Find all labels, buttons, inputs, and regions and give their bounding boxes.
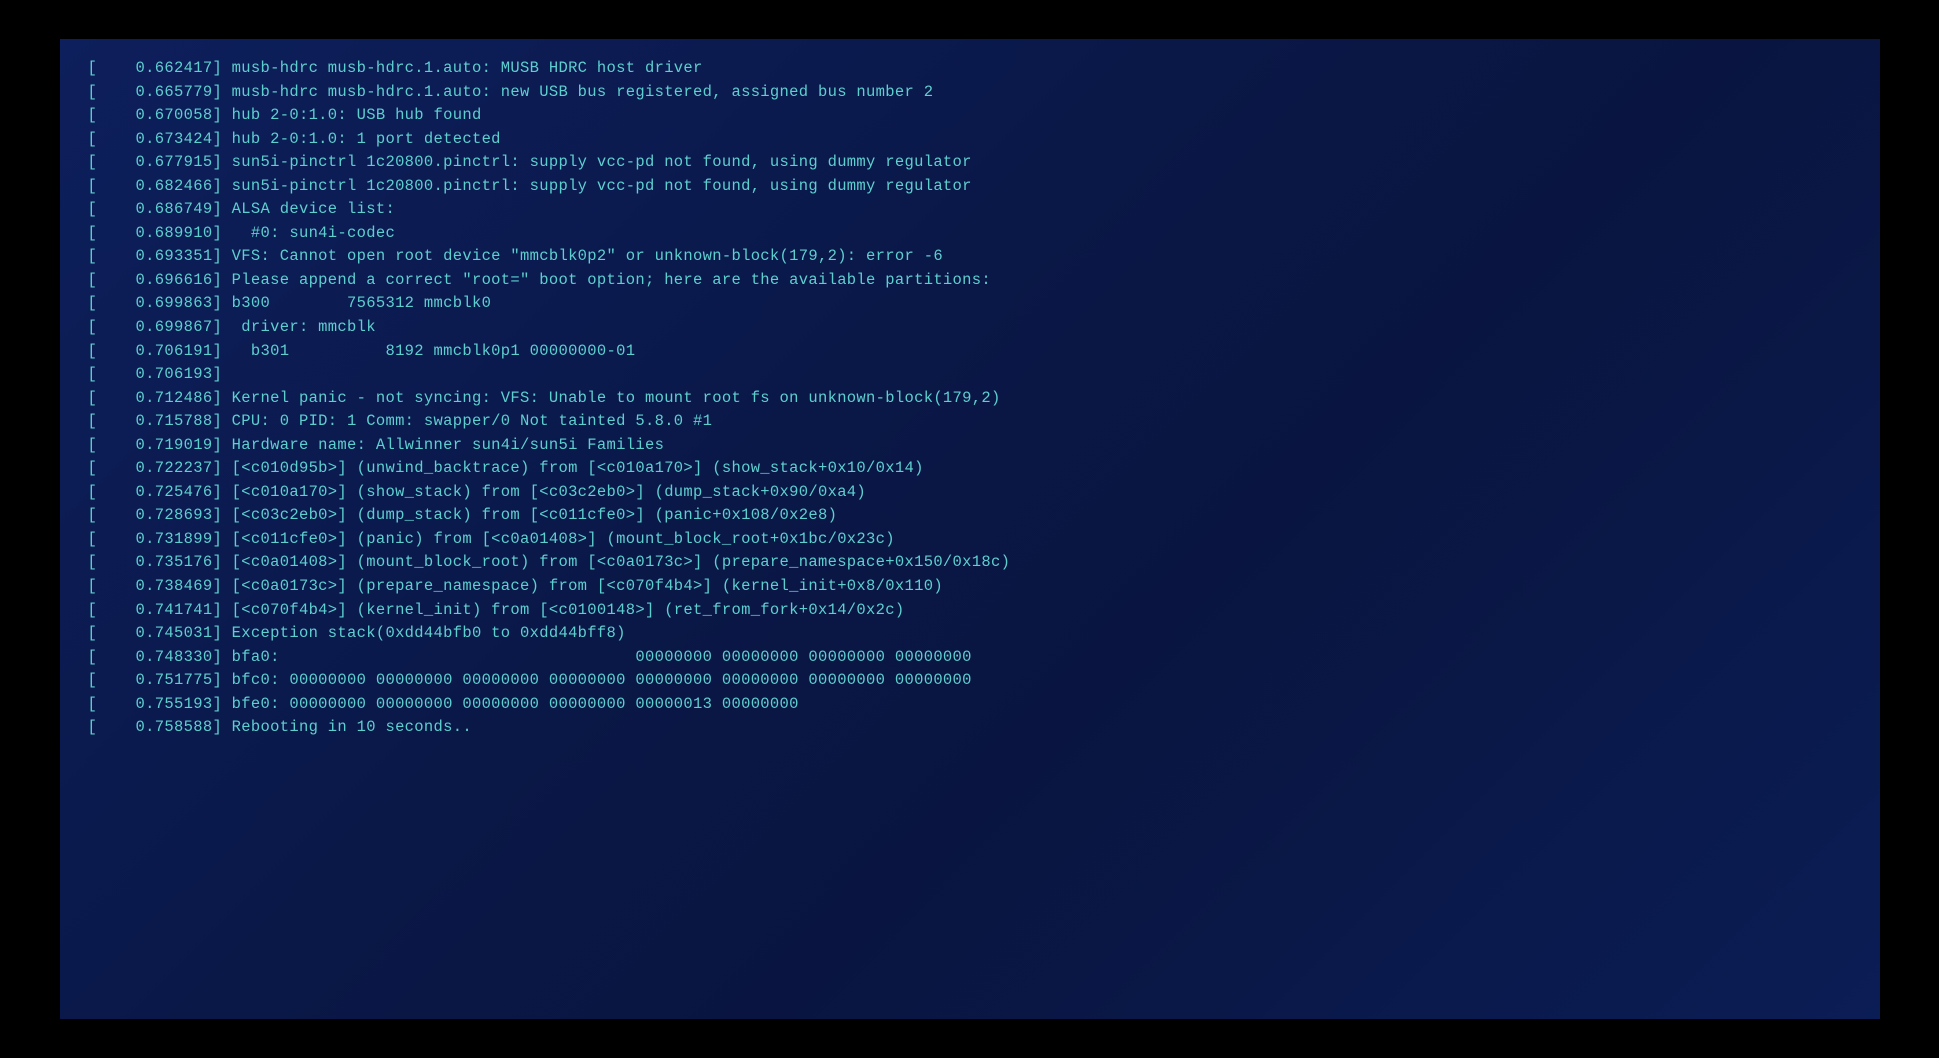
log-line: [ 0.662417] musb-hdrc musb-hdrc.1.auto: … [88, 57, 1852, 81]
log-line: [ 0.719019] Hardware name: Allwinner sun… [88, 434, 1852, 458]
log-line: [ 0.682466] sun5i-pinctrl 1c20800.pinctr… [88, 175, 1852, 199]
log-line: [ 0.755193] bfe0: 00000000 00000000 0000… [88, 693, 1852, 717]
log-line: [ 0.670058] hub 2-0:1.0: USB hub found [88, 104, 1852, 128]
log-line: [ 0.665779] musb-hdrc musb-hdrc.1.auto: … [88, 81, 1852, 105]
log-line: [ 0.735176] [<c0a01408>] (mount_block_ro… [88, 551, 1852, 575]
log-line: [ 0.689910] #0: sun4i-codec [88, 222, 1852, 246]
log-line: [ 0.686749] ALSA device list: [88, 198, 1852, 222]
terminal-screen: [ 0.662417] musb-hdrc musb-hdrc.1.auto: … [60, 39, 1880, 1019]
log-line: [ 0.731899] [<c011cfe0>] (panic) from [<… [88, 528, 1852, 552]
log-line: [ 0.677915] sun5i-pinctrl 1c20800.pinctr… [88, 151, 1852, 175]
log-line: [ 0.728693] [<c03c2eb0>] (dump_stack) fr… [88, 504, 1852, 528]
log-line: [ 0.699867] driver: mmcblk [88, 316, 1852, 340]
log-line: [ 0.741741] [<c070f4b4>] (kernel_init) f… [88, 599, 1852, 623]
log-line: [ 0.751775] bfc0: 00000000 00000000 0000… [88, 669, 1852, 693]
log-line: [ 0.693351] VFS: Cannot open root device… [88, 245, 1852, 269]
log-line: [ 0.706191] b301 8192 mmcblk0p1 00000000… [88, 340, 1852, 364]
log-line: [ 0.696616] Please append a correct "roo… [88, 269, 1852, 293]
log-line: [ 0.758588] Rebooting in 10 seconds.. [88, 716, 1852, 740]
log-line: [ 0.738469] [<c0a0173c>] (prepare_namesp… [88, 575, 1852, 599]
log-line: [ 0.745031] Exception stack(0xdd44bfb0 t… [88, 622, 1852, 646]
log-line: [ 0.722237] [<c010d95b>] (unwind_backtra… [88, 457, 1852, 481]
log-line: [ 0.715788] CPU: 0 PID: 1 Comm: swapper/… [88, 410, 1852, 434]
log-line: [ 0.673424] hub 2-0:1.0: 1 port detected [88, 128, 1852, 152]
log-line: [ 0.699863] b300 7565312 mmcblk0 [88, 292, 1852, 316]
log-line: [ 0.706193] [88, 363, 1852, 387]
log-line: [ 0.748330] bfa0: 00000000 00000000 0000… [88, 646, 1852, 670]
log-line: [ 0.725476] [<c010a170>] (show_stack) fr… [88, 481, 1852, 505]
log-line: [ 0.712486] Kernel panic - not syncing: … [88, 387, 1852, 411]
